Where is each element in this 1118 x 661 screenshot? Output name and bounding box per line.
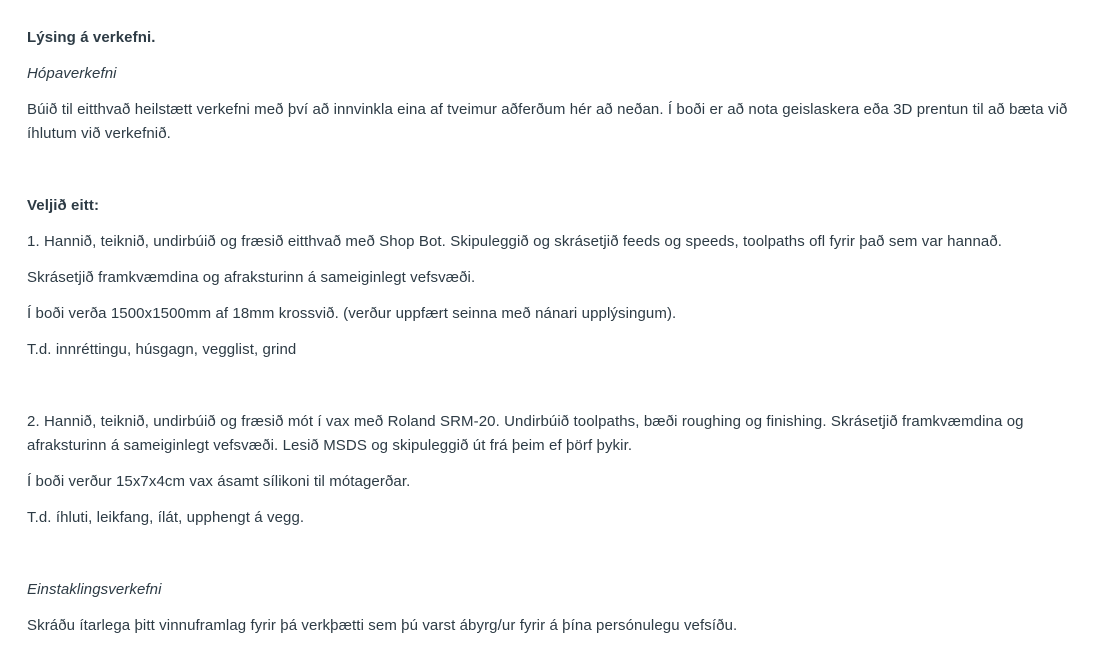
option-2-materials: Í boði verður 15x7x4cm vax ásamt sílikon… bbox=[27, 473, 411, 490]
option-1-document: Skrásetjið framkvæmdina og afraksturinn … bbox=[27, 269, 476, 286]
option-2-text: 2. Hannið, teiknið, undirbúið og fræsið … bbox=[27, 413, 1024, 454]
individual-project-label: Einstaklingsverkefni bbox=[27, 581, 162, 598]
individual-project-text: Skráðu ítarlega þitt vinnuframlag fyrir … bbox=[27, 617, 738, 634]
description-heading: Lýsing á verkefni. bbox=[27, 29, 156, 46]
group-project-intro: Búið til eitthvað heilstætt verkefni með… bbox=[27, 101, 1068, 142]
page: { "description_heading": "Lýsing á verke… bbox=[0, 0, 1118, 661]
option-2-examples: T.d. íhluti, leikfang, ílát, upphengt á … bbox=[27, 509, 305, 526]
choose-heading: Veljið eitt: bbox=[27, 197, 100, 214]
option-1-materials: Í boði verða 1500x1500mm af 18mm krossvi… bbox=[27, 305, 677, 322]
group-project-label: Hópaverkefni bbox=[27, 65, 117, 82]
option-1-text: 1. Hannið, teiknið, undirbúið og fræsið … bbox=[27, 233, 1003, 250]
option-1-examples: T.d. innréttingu, húsgagn, vegglist, gri… bbox=[27, 341, 297, 358]
